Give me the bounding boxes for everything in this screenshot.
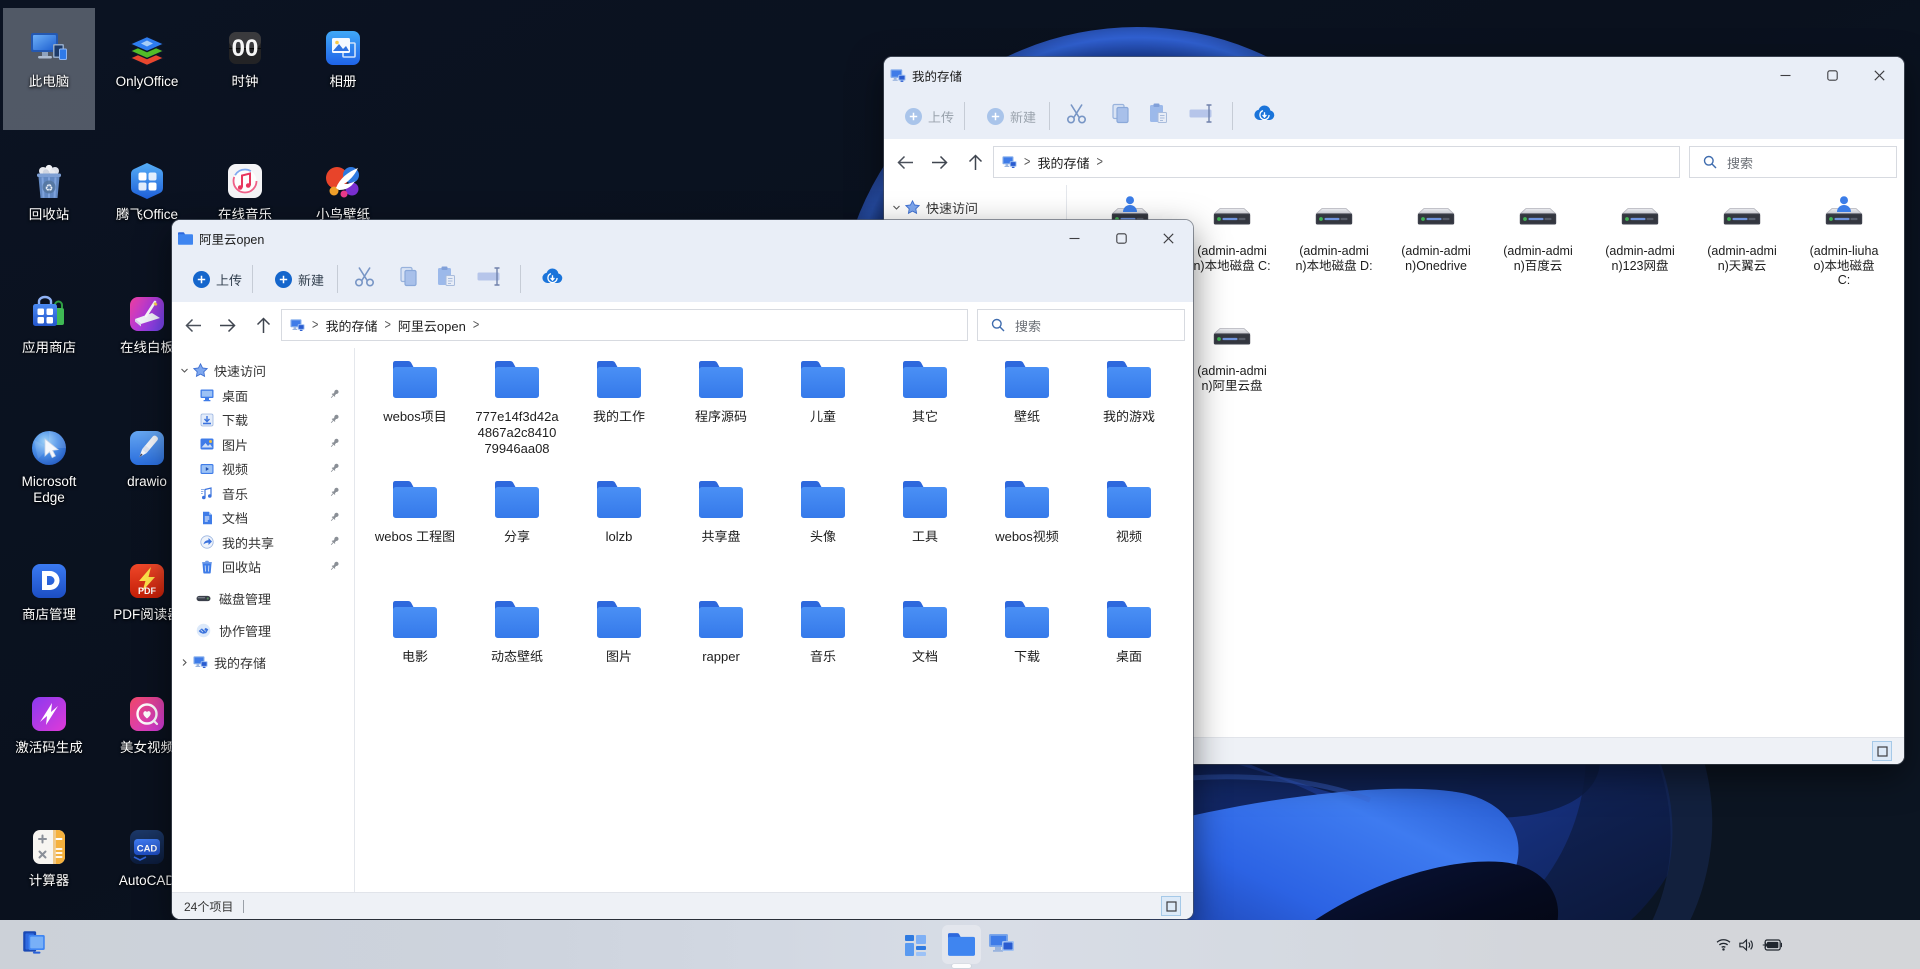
svg-text:CAD: CAD [137,844,158,855]
svg-text:♻: ♻ [45,183,54,194]
svg-text:00: 00 [232,35,259,62]
svg-text:PDF: PDF [138,586,157,596]
